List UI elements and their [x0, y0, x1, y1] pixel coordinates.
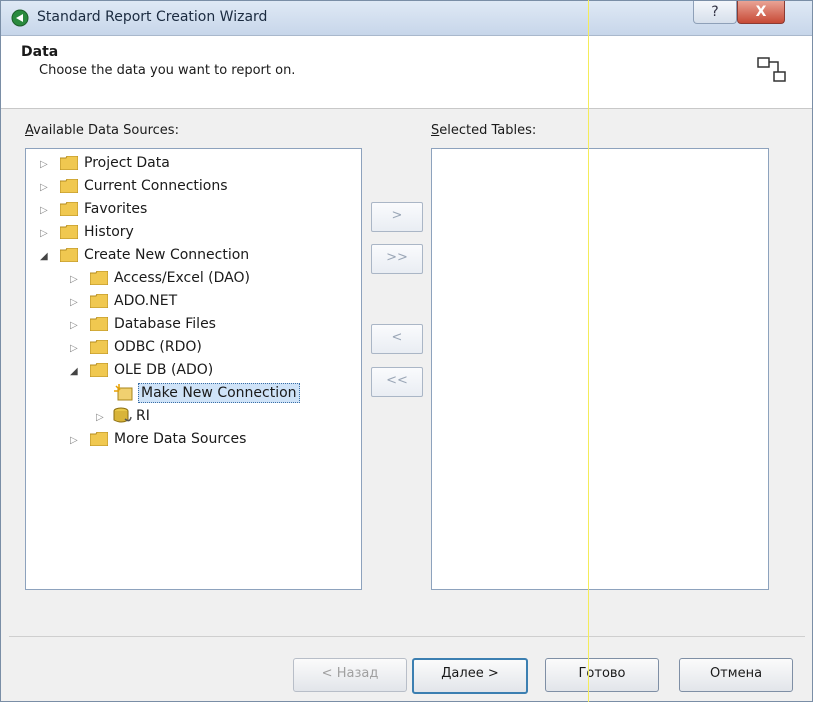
folder-icon [90, 432, 108, 446]
expand-icon[interactable]: ▷ [40, 154, 50, 176]
tree-item-label: Access/Excel (DAO) [114, 270, 250, 286]
tree-item-label: Make New Connection [138, 383, 300, 403]
expand-icon[interactable]: ▷ [40, 200, 50, 222]
tree-item-label: OLE DB (ADO) [114, 362, 214, 378]
tree-item-more-data-sources[interactable]: ▷ More Data Sources [70, 428, 246, 452]
expand-icon[interactable]: ▷ [40, 177, 50, 199]
tree-item-create-new-connection[interactable]: ◢ Create New Connection [40, 244, 249, 268]
expand-icon[interactable]: ▷ [70, 292, 80, 314]
back-button[interactable]: < Назад [293, 658, 407, 692]
folder-icon [60, 225, 78, 239]
title-bar: Standard Report Creation Wizard ? X [1, 1, 812, 36]
tree-item-history[interactable]: ▷ History [40, 221, 134, 245]
help-button[interactable]: ? [693, 1, 737, 24]
tree-item-label: ODBC (RDO) [114, 339, 202, 355]
next-button[interactable]: Далее > [412, 658, 528, 694]
available-sources-label: Available Data Sources: [25, 123, 179, 138]
data-link-icon [757, 57, 786, 82]
finish-button[interactable]: Готово [545, 658, 659, 692]
footer-divider [9, 636, 805, 637]
expand-icon[interactable]: ▷ [70, 269, 80, 291]
tree-item-project-data[interactable]: ▷ Project Data [40, 152, 170, 176]
tree-item-ole-db-ado[interactable]: ◢ OLE DB (ADO) [70, 359, 213, 383]
folder-icon [90, 317, 108, 331]
available-sources-tree[interactable]: ▷ Project Data ▷ Current Connections ▷ F… [25, 148, 362, 590]
folder-icon [90, 294, 108, 308]
tree-item-ado-net[interactable]: ▷ ADO.NET [70, 290, 177, 314]
wizard-window: Standard Report Creation Wizard ? X Data… [0, 0, 813, 702]
tree-item-label: RI [136, 408, 150, 424]
collapse-icon[interactable]: ◢ [70, 361, 80, 383]
tree-item-database-files[interactable]: ▷ Database Files [70, 313, 216, 337]
step-title: Data [21, 44, 59, 60]
expand-icon[interactable]: ▷ [70, 315, 80, 337]
collapse-icon[interactable]: ◢ [40, 246, 50, 268]
expand-icon[interactable]: ▷ [70, 430, 80, 452]
selected-tables-list[interactable] [431, 148, 769, 590]
tree-item-label: Create New Connection [84, 247, 250, 263]
tree-item-label: Project Data [84, 155, 170, 171]
tree-item-access-excel-dao[interactable]: ▷ Access/Excel (DAO) [70, 267, 250, 291]
tree-item-label: Current Connections [84, 178, 228, 194]
remove-button[interactable]: < [371, 324, 423, 354]
folder-icon [90, 271, 108, 285]
expand-icon[interactable]: ▷ [96, 407, 106, 429]
selected-tables-label: Selected Tables: [431, 123, 537, 138]
tree-item-current-connections[interactable]: ▷ Current Connections [40, 175, 228, 199]
folder-icon [60, 179, 78, 193]
folder-icon [60, 156, 78, 170]
remove-all-button[interactable]: << [371, 367, 423, 397]
folder-icon [90, 340, 108, 354]
close-button[interactable]: X [737, 1, 785, 24]
add-all-button[interactable]: >> [371, 244, 423, 274]
tree-item-label: History [84, 224, 134, 240]
folder-icon [90, 363, 108, 377]
tree-item-favorites[interactable]: ▷ Favorites [40, 198, 147, 222]
expand-icon[interactable]: ▷ [40, 223, 50, 245]
tree-item-label: More Data Sources [114, 431, 247, 447]
scan-guide-line [588, 0, 589, 702]
database-icon [113, 407, 132, 423]
window-title: Standard Report Creation Wizard [37, 9, 268, 25]
tree-item-label: ADO.NET [114, 293, 178, 309]
wizard-header: Data Choose the data you want to report … [1, 36, 812, 109]
add-button[interactable]: > [371, 202, 423, 232]
app-icon [11, 9, 29, 27]
tree-item-odbc-rdo[interactable]: ▷ ODBC (RDO) [70, 336, 202, 360]
new-connection-icon [114, 384, 133, 401]
step-subtitle: Choose the data you want to report on. [39, 63, 296, 78]
folder-icon [60, 202, 78, 216]
tree-item-label: Database Files [114, 316, 216, 332]
cancel-button[interactable]: Отмена [679, 658, 793, 692]
tree-item-ri[interactable]: ▷ RI [96, 405, 150, 429]
folder-icon [60, 248, 78, 262]
tree-item-label: Favorites [84, 201, 148, 217]
expand-icon[interactable]: ▷ [70, 338, 80, 360]
